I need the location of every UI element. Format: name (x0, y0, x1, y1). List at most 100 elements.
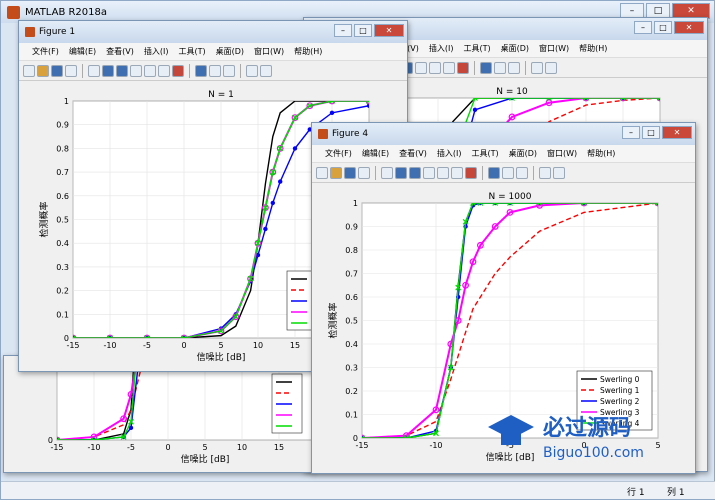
save-icon[interactable] (344, 166, 356, 179)
y-tick-label: 0.6 (345, 293, 358, 302)
menu-insert[interactable]: 插入(I) (432, 148, 467, 159)
figure-4-controls: – □ ✕ (622, 126, 692, 139)
toolbar-separator (189, 63, 190, 78)
menu-edit[interactable]: 编辑(E) (357, 148, 394, 159)
menu-desktop[interactable]: 桌面(D) (211, 46, 249, 57)
close-button[interactable]: ✕ (662, 126, 692, 139)
show-plot-tools-icon[interactable] (545, 61, 557, 74)
menu-help[interactable]: 帮助(H) (574, 43, 612, 54)
matlab-logo-icon (7, 5, 20, 19)
pan-icon[interactable] (423, 166, 435, 179)
show-plot-tools-icon[interactable] (260, 64, 272, 77)
menu-tools[interactable]: 工具(T) (458, 43, 495, 54)
menu-window[interactable]: 窗口(W) (542, 148, 582, 159)
datatip-icon[interactable] (451, 166, 463, 179)
y-tick-label: 0.8 (56, 144, 69, 153)
chart-lower: -15-10-505101520250信噪比 [dB] (48, 356, 312, 465)
open-icon[interactable] (37, 64, 49, 77)
figure-window-lower[interactable]: -15-10-505101520250信噪比 [dB] (3, 355, 313, 473)
figure-1-titlebar: Figure 1 – □ ✕ (19, 21, 407, 43)
zoom-in-icon[interactable] (102, 64, 114, 77)
pan-icon[interactable] (415, 61, 427, 74)
hide-plot-tools-icon[interactable] (539, 166, 551, 179)
zoom-out-icon[interactable] (116, 64, 128, 77)
print-icon[interactable] (358, 166, 370, 179)
pointer-icon[interactable] (381, 166, 393, 179)
menu-tools[interactable]: 工具(T) (466, 148, 503, 159)
legend-icon[interactable] (516, 166, 528, 179)
legend-icon[interactable] (223, 64, 235, 77)
plot-area: -15-10-505101520250信噪比 [dB] (4, 356, 312, 472)
toolbar-separator (482, 165, 483, 180)
link-icon[interactable] (195, 64, 207, 77)
status-row: 行 1 (627, 488, 645, 498)
x-tick-label: -10 (103, 341, 116, 350)
colorbar-icon[interactable] (494, 61, 506, 74)
toolbar-separator (474, 60, 475, 75)
zoom-in-icon[interactable] (395, 166, 407, 179)
rotate-icon[interactable] (429, 61, 441, 74)
close-button[interactable]: ✕ (674, 21, 704, 34)
minimize-button[interactable]: – (622, 126, 640, 139)
menu-help[interactable]: 帮助(H) (582, 148, 620, 159)
close-button[interactable]: ✕ (374, 24, 404, 37)
data-point (263, 226, 268, 232)
datatip-icon[interactable] (158, 64, 170, 77)
menu-window[interactable]: 窗口(W) (534, 43, 574, 54)
menu-edit[interactable]: 编辑(E) (64, 46, 101, 57)
print-icon[interactable] (65, 64, 77, 77)
link-icon[interactable] (480, 61, 492, 74)
menu-help[interactable]: 帮助(H) (289, 46, 327, 57)
legend-icon[interactable] (508, 61, 520, 74)
hide-plot-tools-icon[interactable] (246, 64, 258, 77)
rotate-icon[interactable] (144, 64, 156, 77)
menu-file[interactable]: 文件(F) (27, 46, 64, 57)
maximize-button[interactable]: □ (642, 126, 660, 139)
new-icon[interactable] (23, 64, 35, 77)
y-tick-label: 1 (64, 97, 69, 106)
save-icon[interactable] (51, 64, 63, 77)
minimize-button[interactable]: – (634, 21, 652, 34)
brush-icon[interactable] (172, 64, 184, 77)
y-tick-label: 0.4 (56, 239, 69, 248)
menu-bar: 文件(F) 编辑(E) 查看(V) 插入(I) 工具(T) 桌面(D) 窗口(W… (19, 43, 407, 61)
minimize-button[interactable]: – (334, 24, 352, 37)
y-axis-label: 检测概率 (38, 201, 50, 237)
x-tick-label: 0 (165, 443, 170, 452)
open-icon[interactable] (330, 166, 342, 179)
hide-plot-tools-icon[interactable] (531, 61, 543, 74)
pan-icon[interactable] (130, 64, 142, 77)
colorbar-icon[interactable] (502, 166, 514, 179)
figure-1-title: Figure 1 (39, 27, 76, 37)
menu-file[interactable]: 文件(F) (320, 148, 357, 159)
menu-bar: 文件(F) 编辑(E) 查看(V) 插入(I) 工具(T) 桌面(D) 窗口(W… (312, 145, 695, 163)
menu-insert[interactable]: 插入(I) (139, 46, 174, 57)
show-plot-tools-icon[interactable] (553, 166, 565, 179)
y-tick-label: 0 (353, 434, 358, 443)
figure-4-title: Figure 4 (332, 129, 369, 139)
chart-title: N = 10 (496, 87, 528, 97)
brush-icon[interactable] (457, 61, 469, 74)
menu-desktop[interactable]: 桌面(D) (496, 43, 534, 54)
menu-window[interactable]: 窗口(W) (249, 46, 289, 57)
new-icon[interactable] (316, 166, 328, 179)
menu-tools[interactable]: 工具(T) (173, 46, 210, 57)
pointer-icon[interactable] (88, 64, 100, 77)
link-icon[interactable] (488, 166, 500, 179)
maximize-button[interactable]: □ (654, 21, 672, 34)
menu-view[interactable]: 查看(V) (101, 46, 139, 57)
y-tick-label: 0.2 (56, 287, 69, 296)
rotate-icon[interactable] (437, 166, 449, 179)
x-tick-label: 5 (218, 341, 223, 350)
zoom-out-icon[interactable] (409, 166, 421, 179)
y-tick-label: 0.6 (56, 192, 69, 201)
y-tick-label: 0 (64, 334, 69, 343)
data-point (270, 200, 275, 206)
menu-insert[interactable]: 插入(I) (424, 43, 459, 54)
colorbar-icon[interactable] (209, 64, 221, 77)
maximize-button[interactable]: □ (354, 24, 372, 37)
datatip-icon[interactable] (443, 61, 455, 74)
menu-desktop[interactable]: 桌面(D) (504, 148, 542, 159)
menu-view[interactable]: 查看(V) (394, 148, 432, 159)
brush-icon[interactable] (465, 166, 477, 179)
